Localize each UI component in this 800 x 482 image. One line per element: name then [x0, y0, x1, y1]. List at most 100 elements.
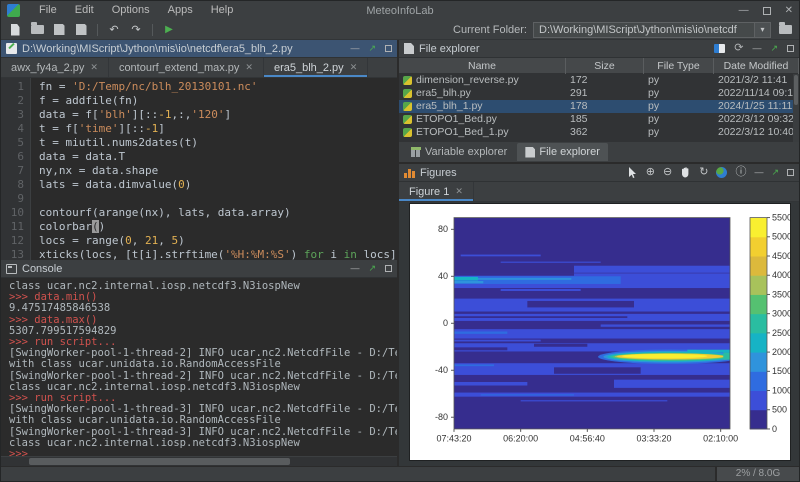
column-header-name[interactable]: Name: [399, 58, 566, 74]
table-row[interactable]: ETOPO1_Bed_1.py362py2022/3/12 10:40: [399, 126, 799, 139]
console-float-icon[interactable]: ↗: [368, 264, 376, 273]
grid-icon: [411, 147, 421, 157]
code-text[interactable]: fn = 'D:/Temp/nc/blh_20130101.nc'f = add…: [31, 78, 397, 260]
rotate-icon[interactable]: ↻: [699, 167, 708, 178]
file-explorer-minimize-icon[interactable]: —: [752, 44, 761, 53]
console-output-line: 9.47517485846538: [9, 303, 397, 314]
figures-title: Figures: [420, 167, 457, 179]
file-table-rows: dimension_reverse.py172py2021/3/2 11:41e…: [399, 74, 799, 139]
console-output-line: [SwingWorker-pool-1-thread-3] INFO ucar.…: [9, 404, 397, 415]
scrollbar-thumb[interactable]: [29, 458, 290, 465]
code-editor[interactable]: 12345678910111213 fn = 'D:/Temp/nc/blh_2…: [1, 78, 397, 260]
close-icon[interactable]: ✕: [245, 62, 253, 73]
info-icon[interactable]: ⓘ: [735, 167, 746, 178]
run-script-icon[interactable]: ▶: [161, 23, 177, 37]
editor-minimize-icon[interactable]: —: [350, 44, 359, 53]
new-file-icon[interactable]: [7, 23, 23, 37]
table-row[interactable]: era5_blh_1.py178py2024/1/25 11:11: [399, 100, 799, 113]
table-row[interactable]: era5_blh.py291py2022/11/14 09:11: [399, 87, 799, 100]
current-folder-combobox[interactable]: D:\Working\MIScript\Jython\mis\io\netcdf…: [533, 22, 771, 38]
console-panel: Console — ↗ class ucar.nc2.internal.iosp…: [1, 260, 397, 466]
zoom-in-icon[interactable]: ⊕: [646, 167, 655, 178]
console-maximize-icon[interactable]: [385, 265, 392, 272]
code-line: [39, 192, 397, 206]
column-header-size[interactable]: Size: [566, 58, 644, 74]
window-close-button[interactable]: ✕: [785, 5, 793, 16]
console-minimize-icon[interactable]: —: [350, 264, 359, 273]
table-row[interactable]: ETOPO1_Bed.py185py2022/3/12 09:32: [399, 113, 799, 126]
scrollbar-thumb[interactable]: [794, 75, 798, 105]
editor-maximize-icon[interactable]: [385, 45, 392, 52]
file-table-scrollbar[interactable]: [793, 74, 799, 142]
menu-items: FileEditOptionsAppsHelp: [30, 1, 242, 20]
figure-canvas[interactable]: 07:43:2006:20:0004:56:4003:33:2002:10:00…: [409, 203, 791, 461]
python-file-icon: [403, 128, 412, 137]
file-explorer-float-icon[interactable]: ↗: [770, 44, 778, 53]
column-header-date-modified[interactable]: Date Modified: [714, 58, 799, 74]
browse-folder-icon[interactable]: [777, 23, 793, 37]
menu-item-file[interactable]: File: [30, 1, 66, 20]
edit-file-icon: [6, 43, 17, 54]
memory-indicator[interactable]: 2% / 8.0G: [715, 467, 799, 481]
code-line: fn = 'D:/Temp/nc/blh_20130101.nc': [39, 80, 397, 94]
figures-panel: Figures ⊕ ⊖ ↻ ⓘ — ↗: [399, 164, 799, 466]
undo-icon[interactable]: ↶: [106, 23, 122, 37]
current-folder-value[interactable]: D:\Working\MIScript\Jython\mis\io\netcdf: [534, 24, 754, 36]
chevron-down-icon[interactable]: ▾: [754, 23, 770, 37]
tab-file-explorer[interactable]: File explorer: [517, 143, 608, 161]
menu-item-options[interactable]: Options: [103, 1, 159, 20]
editor-tab-awx_fy4a_2.py[interactable]: awx_fy4a_2.py✕: [1, 58, 109, 77]
figure-tab-bar: Figure 1 ✕: [399, 182, 799, 202]
console-output[interactable]: class ucar.nc2.internal.iosp.netcdf3.N3i…: [1, 278, 397, 456]
file-explorer-title-bar[interactable]: File explorer ⟳ — ↗: [399, 40, 799, 58]
editor-tab-contourf_extend_max.py[interactable]: contourf_extend_max.py✕: [109, 58, 264, 77]
svg-text:2500: 2500: [772, 328, 790, 338]
left-column: D:\Working\MIScript\Jython\mis\io\netcdf…: [1, 40, 399, 466]
code-line: lats = data.dimvalue(0): [39, 178, 397, 192]
file-explorer-maximize-icon[interactable]: [787, 45, 794, 52]
editor-float-icon[interactable]: ↗: [368, 44, 376, 53]
tab-variable-explorer[interactable]: Variable explorer: [403, 143, 515, 161]
figure-toolbar: ⊕ ⊖ ↻ ⓘ — ↗: [628, 167, 794, 178]
menu-item-help[interactable]: Help: [202, 1, 243, 20]
globe-icon[interactable]: [716, 167, 727, 178]
python-file-icon: [403, 76, 412, 85]
window-maximize-button[interactable]: [763, 7, 771, 15]
save-icon[interactable]: [51, 23, 67, 37]
menu-item-edit[interactable]: Edit: [66, 1, 103, 20]
menu-item-apps[interactable]: Apps: [159, 1, 202, 20]
figures-title-bar[interactable]: Figures ⊕ ⊖ ↻ ⓘ — ↗: [399, 164, 799, 182]
editor-title-bar[interactable]: D:\Working\MIScript\Jython\mis\io\netcdf…: [1, 40, 397, 58]
console-horizontal-scrollbar[interactable]: [1, 456, 397, 466]
file-table-header[interactable]: NameSizeFile TypeDate Modified: [399, 58, 799, 74]
console-icon: [6, 264, 17, 274]
close-icon[interactable]: ✕: [350, 62, 358, 73]
close-icon[interactable]: ✕: [455, 186, 463, 197]
figures-maximize-icon[interactable]: [787, 169, 794, 176]
close-icon[interactable]: ✕: [90, 62, 98, 73]
svg-text:4000: 4000: [772, 270, 790, 280]
menu-bar: MeteoInfoLab FileEditOptionsAppsHelp — ✕: [1, 1, 799, 20]
editor-tab-era5_blh_2.py[interactable]: era5_blh_2.py✕: [264, 58, 368, 77]
pan-hand-icon[interactable]: [680, 167, 691, 178]
svg-text:0: 0: [443, 318, 448, 328]
book-icon[interactable]: [714, 44, 725, 53]
console-output-line: [SwingWorker-pool-1-thread-2] INFO ucar.…: [9, 371, 397, 382]
svg-text:-40: -40: [435, 365, 448, 375]
window-minimize-button[interactable]: —: [739, 5, 749, 16]
code-line: contourf(arange(nx), lats, data.array): [39, 206, 397, 220]
figures-minimize-icon[interactable]: —: [754, 168, 763, 177]
zoom-out-icon[interactable]: ⊖: [663, 167, 672, 178]
select-cursor-icon[interactable]: [628, 167, 638, 178]
figures-float-icon[interactable]: ↗: [771, 168, 779, 177]
column-header-file-type[interactable]: File Type: [644, 58, 714, 74]
console-title-bar[interactable]: Console — ↗: [1, 260, 397, 278]
refresh-icon[interactable]: ⟳: [734, 43, 743, 54]
open-folder-icon[interactable]: [29, 23, 45, 37]
tab-figure-1[interactable]: Figure 1 ✕: [399, 182, 474, 201]
code-line: data = f['blh'][::-1,:,'120']: [39, 108, 397, 122]
redo-icon[interactable]: ↷: [128, 23, 144, 37]
console-output-line: [SwingWorker-pool-1-thread-2] INFO ucar.…: [9, 348, 397, 359]
table-row[interactable]: dimension_reverse.py172py2021/3/2 11:41: [399, 74, 799, 87]
save-all-icon[interactable]: [73, 23, 89, 37]
